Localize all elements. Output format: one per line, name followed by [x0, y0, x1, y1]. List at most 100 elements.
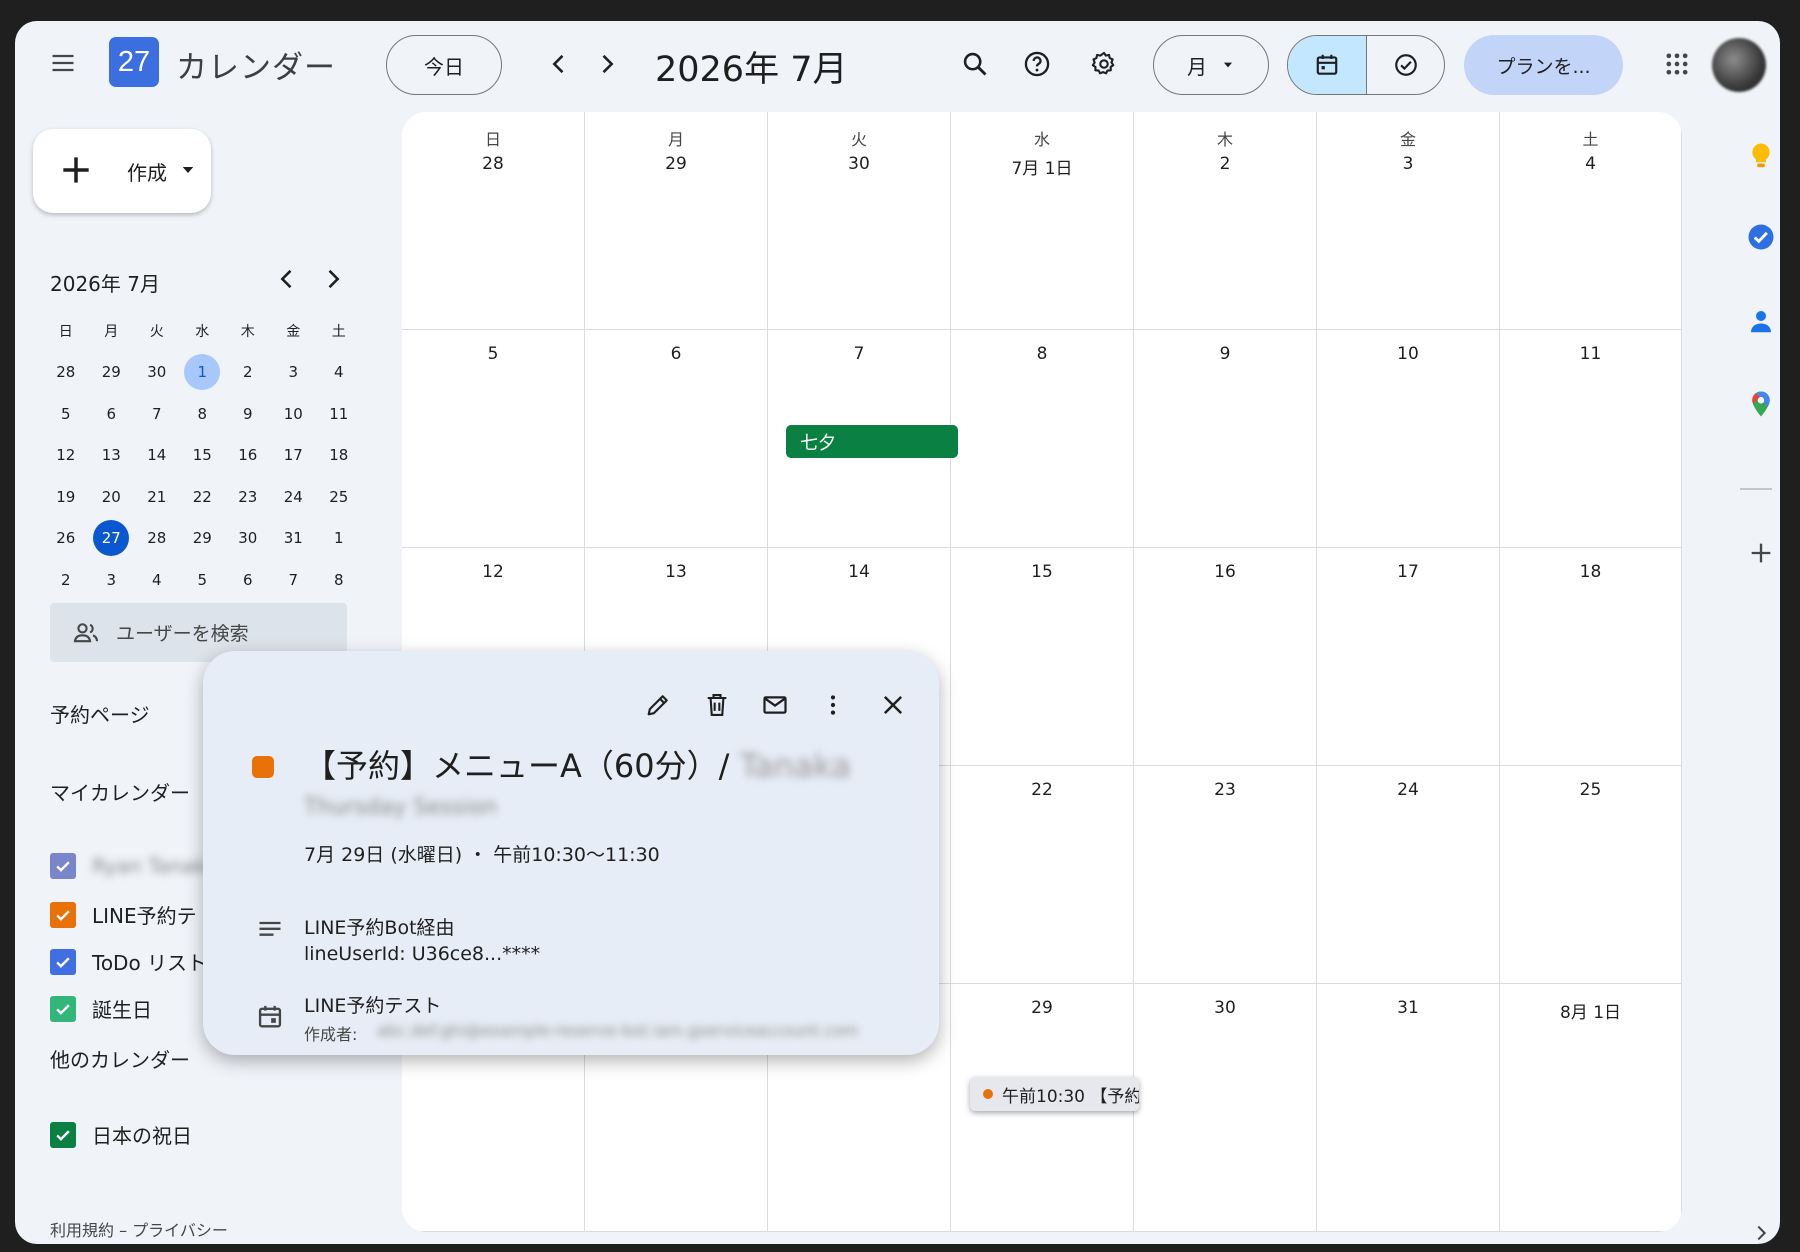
mini-day-cell[interactable]: 3 — [271, 352, 317, 394]
day-cell[interactable]: 8 — [951, 330, 1134, 548]
day-number[interactable]: 7 — [768, 344, 950, 364]
holiday-event-chip[interactable]: 七夕 — [786, 425, 958, 458]
day-cell[interactable]: 8月 1日 — [1500, 984, 1682, 1232]
tasks-view-toggle[interactable] — [1366, 36, 1444, 94]
mini-day-cell[interactable]: 26 — [43, 518, 89, 560]
day-cell[interactable]: 30 — [1134, 984, 1317, 1232]
day-number[interactable]: 16 — [1134, 562, 1316, 582]
day-cell[interactable]: 月 29 — [585, 112, 768, 330]
mini-day-cell[interactable]: 3 — [89, 559, 135, 601]
maps-button[interactable] — [1743, 386, 1779, 422]
main-menu-button[interactable] — [41, 41, 85, 85]
search-button[interactable] — [953, 42, 997, 86]
day-cell[interactable]: 15 — [951, 548, 1134, 766]
calendar-checkbox[interactable] — [50, 853, 76, 879]
day-number[interactable]: 9 — [1134, 344, 1316, 364]
mini-day-cell[interactable]: 31 — [271, 518, 317, 560]
mini-day-cell[interactable]: 28 — [43, 352, 89, 394]
other-calendars-heading[interactable]: 他のカレンダー — [50, 1044, 190, 1073]
calendar-checkbox[interactable] — [50, 948, 76, 975]
other-calendar-item[interactable]: 日本の祝日 — [50, 1120, 192, 1149]
day-cell[interactable]: 25 — [1500, 766, 1682, 984]
day-number[interactable]: 17 — [1317, 562, 1499, 582]
my-calendar-item[interactable]: Ryan Tanaka — [50, 853, 218, 879]
day-cell[interactable]: 23 — [1134, 766, 1317, 984]
mini-day-cell[interactable]: 13 — [89, 435, 135, 477]
day-number[interactable]: 30 — [1134, 998, 1316, 1018]
settings-button[interactable] — [1082, 42, 1126, 86]
view-selector[interactable]: 月 — [1153, 35, 1269, 95]
mini-day-cell[interactable]: 29 — [89, 352, 135, 394]
email-guests-button[interactable] — [755, 685, 795, 725]
mini-day-cell[interactable]: 5 — [180, 559, 226, 601]
mini-day-cell[interactable]: 23 — [225, 476, 271, 518]
day-number[interactable]: 18 — [1500, 562, 1681, 582]
mini-day-cell[interactable]: 21 — [134, 476, 180, 518]
day-number[interactable]: 22 — [951, 780, 1133, 800]
mini-day-cell[interactable]: 11 — [316, 393, 362, 435]
my-calendar-item[interactable]: 誕生日 — [50, 994, 152, 1023]
day-number[interactable]: 12 — [402, 562, 584, 582]
mini-day-cell[interactable]: 4 — [316, 352, 362, 394]
today-button[interactable]: 今日 — [386, 35, 502, 95]
day-number[interactable]: 28 — [402, 154, 584, 174]
more-options-button[interactable] — [813, 685, 853, 725]
contacts-button[interactable] — [1743, 303, 1779, 339]
day-cell[interactable]: 10 — [1317, 330, 1500, 548]
day-cell[interactable]: 22 — [951, 766, 1134, 984]
day-cell[interactable]: 16 — [1134, 548, 1317, 766]
day-number[interactable]: 15 — [951, 562, 1133, 582]
mini-day-cell[interactable]: 7 — [271, 559, 317, 601]
mini-day-cell[interactable]: 17 — [271, 435, 317, 477]
day-cell[interactable]: 6 — [585, 330, 768, 548]
calendar-checkbox[interactable] — [50, 1121, 76, 1148]
mini-day-cell[interactable]: 4 — [134, 559, 180, 601]
close-popup-button[interactable] — [873, 685, 913, 725]
mini-day-cell[interactable]: 29 — [180, 518, 226, 560]
next-month-button[interactable] — [585, 42, 629, 86]
calendar-checkbox[interactable] — [50, 901, 76, 928]
my-calendar-item[interactable]: LINE予約テ — [50, 900, 197, 929]
mini-day-cell[interactable]: 16 — [225, 435, 271, 477]
create-button[interactable]: 作成 — [33, 129, 211, 213]
day-cell[interactable]: 火 30 — [768, 112, 951, 330]
plan-button[interactable]: プランを... — [1464, 35, 1623, 95]
day-number[interactable]: 11 — [1500, 344, 1681, 364]
day-number[interactable]: 24 — [1317, 780, 1499, 800]
day-cell[interactable]: 土4 — [1500, 112, 1682, 330]
footer-links[interactable]: 利用規約 – プライバシー — [50, 1217, 228, 1241]
day-cell[interactable]: 24 — [1317, 766, 1500, 984]
calendar-checkbox[interactable] — [50, 995, 76, 1022]
mini-day-cell[interactable]: 25 — [316, 476, 362, 518]
account-avatar[interactable] — [1712, 38, 1766, 92]
day-cell[interactable]: 11 — [1500, 330, 1682, 548]
my-calendars-heading[interactable]: マイカレンダー — [50, 777, 190, 806]
day-number[interactable]: 13 — [585, 562, 767, 582]
day-cell[interactable]: 木2 — [1134, 112, 1317, 330]
day-number[interactable]: 10 — [1317, 344, 1499, 364]
mini-day-cell[interactable]: 10 — [271, 393, 317, 435]
mini-day-cell[interactable]: 6 — [89, 393, 135, 435]
day-number[interactable]: 3 — [1317, 154, 1499, 174]
mini-day-cell[interactable]: 6 — [225, 559, 271, 601]
day-cell[interactable]: 金3 — [1317, 112, 1500, 330]
my-calendar-item[interactable]: ToDo リスト — [50, 947, 207, 976]
mini-day-cell[interactable]: 2 — [43, 559, 89, 601]
help-button[interactable] — [1015, 42, 1059, 86]
day-number[interactable]: 14 — [768, 562, 950, 582]
mini-day-cell[interactable]: 7 — [134, 393, 180, 435]
mini-day-cell[interactable]: 1 — [316, 518, 362, 560]
get-addons-button[interactable] — [1743, 535, 1779, 571]
day-number[interactable]: 7月 1日 — [951, 154, 1133, 179]
day-number[interactable]: 8月 1日 — [1500, 998, 1681, 1023]
day-number[interactable]: 2 — [1134, 154, 1316, 174]
mini-day-cell[interactable]: 14 — [134, 435, 180, 477]
mini-day-cell[interactable]: 8 — [316, 559, 362, 601]
mini-day-cell[interactable]: 9 — [225, 393, 271, 435]
day-number[interactable]: 5 — [402, 344, 584, 364]
mini-day-cell[interactable]: 1 — [180, 352, 226, 394]
mini-day-cell[interactable]: 27 — [89, 518, 135, 560]
mini-calendar-prev-button[interactable] — [269, 261, 305, 297]
delete-event-button[interactable] — [697, 685, 737, 725]
tasks-button[interactable] — [1743, 219, 1779, 255]
